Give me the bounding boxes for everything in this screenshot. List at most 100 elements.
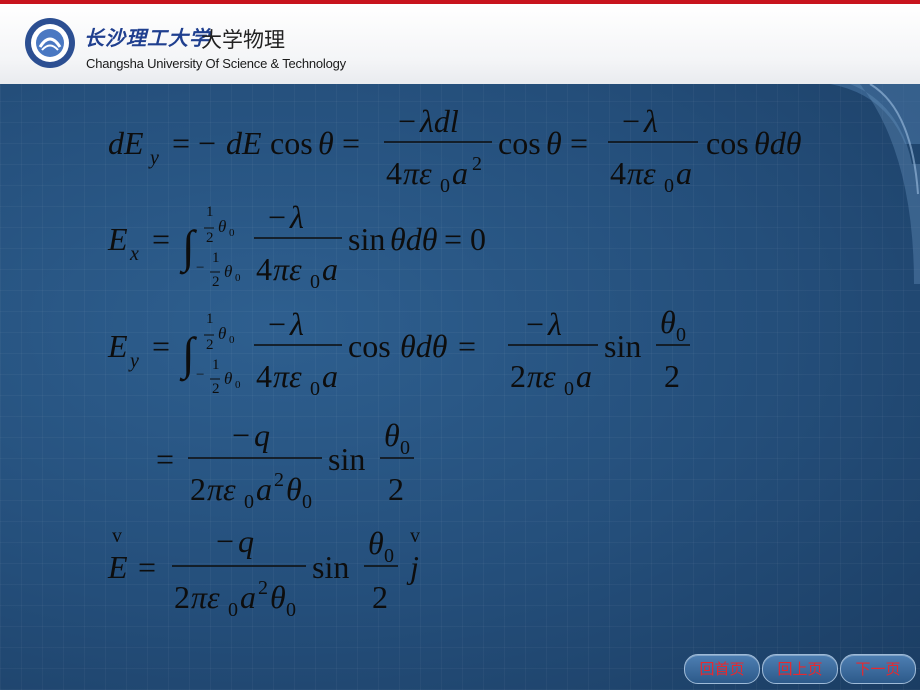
svg-text:λ: λ (289, 306, 304, 342)
svg-text:0: 0 (440, 175, 450, 197)
svg-text:2: 2 (190, 471, 206, 507)
svg-text:0: 0 (384, 545, 394, 567)
slide-header: 长沙理工大学 大学物理 Changsha University Of Scien… (0, 4, 920, 84)
svg-text:−: − (232, 417, 250, 453)
equation-E-vector-formula: v E = − q 2 πε 0 a 2 θ 0 sin θ 0 2 v j (107, 523, 420, 621)
svg-text:0: 0 (400, 437, 410, 459)
svg-text:a: a (322, 251, 338, 287)
svg-text:v: v (410, 525, 420, 547)
svg-text:4: 4 (386, 155, 402, 191)
svg-text:2: 2 (372, 579, 388, 615)
svg-text:q: q (238, 523, 254, 559)
svg-text:θ: θ (546, 125, 562, 161)
svg-text:0: 0 (235, 272, 241, 284)
svg-text:1: 1 (212, 250, 220, 266)
slide-content: dE y = − dE cos θ = − λdl 4 πε 0 a 2 cos… (0, 84, 920, 690)
svg-text:1: 1 (206, 311, 214, 327)
home-button[interactable]: 回首页 (684, 654, 760, 684)
equation-Ex-formula: E x = ∫ 1 2 θ 0 − 1 2 θ 0 − λ 4 πε 0 a s… (107, 199, 486, 293)
svg-text:−: − (398, 103, 416, 139)
svg-text:a: a (240, 579, 256, 615)
equation-Ey: E y = ∫ 1 2 θ 0 − 1 2 θ 0 − λ 4 πε 0 a c… (107, 304, 708, 417)
svg-text:4: 4 (256, 251, 272, 287)
svg-text:E: E (107, 549, 128, 585)
svg-text:=: = (570, 125, 588, 161)
svg-text:1: 1 (212, 357, 220, 373)
svg-text:−: − (526, 306, 544, 342)
svg-text:2: 2 (258, 577, 268, 599)
svg-text:dE: dE (108, 125, 144, 161)
svg-text:0: 0 (244, 491, 254, 513)
university-logo (25, 18, 75, 68)
svg-text:sin: sin (328, 441, 365, 477)
svg-text:x: x (129, 243, 139, 265)
svg-text:0: 0 (310, 378, 320, 400)
svg-text:a: a (322, 358, 338, 394)
svg-text:0: 0 (229, 334, 235, 346)
svg-text:πε: πε (207, 471, 236, 507)
svg-text:cos: cos (270, 125, 313, 161)
svg-text:= 0: = 0 (444, 221, 486, 257)
svg-text:0: 0 (228, 599, 238, 621)
svg-text:2: 2 (174, 579, 190, 615)
svg-text:4: 4 (256, 358, 272, 394)
svg-text:y: y (148, 147, 159, 169)
svg-text:2: 2 (212, 274, 220, 290)
university-name-en: Changsha University Of Science & Technol… (86, 56, 346, 71)
svg-text:dE: dE (226, 125, 262, 161)
svg-text:θdθ: θdθ (400, 328, 447, 364)
svg-text:=: = (342, 125, 360, 161)
svg-text:−: − (268, 306, 286, 342)
svg-text:y: y (128, 350, 139, 372)
equation-Ey-result: = − q 2 πε 0 a 2 θ 0 sin θ 0 2 (150, 417, 450, 530)
svg-text:0: 0 (310, 271, 320, 293)
equation-dEy: dE y = − dE cos θ = − λdl 4 πε 0 a 2 cos… (108, 103, 848, 210)
svg-text:πε: πε (191, 579, 220, 615)
svg-text:0: 0 (664, 175, 674, 197)
svg-text:a: a (576, 358, 592, 394)
svg-text:−: − (196, 367, 204, 383)
equation-Ey-formula: E y = ∫ 1 2 θ 0 − 1 2 θ 0 − λ 4 πε 0 a c… (107, 304, 690, 400)
svg-text:2: 2 (472, 153, 482, 175)
svg-text:=: = (156, 441, 174, 477)
svg-text:0: 0 (286, 599, 296, 621)
svg-text:πε: πε (403, 155, 432, 191)
svg-text:−: − (216, 523, 234, 559)
svg-text:−: − (268, 199, 286, 235)
svg-text:E: E (107, 328, 128, 364)
svg-text:θ: θ (224, 369, 232, 388)
svg-text:cos: cos (348, 328, 391, 364)
svg-text:λ: λ (289, 199, 304, 235)
svg-text:cos: cos (706, 125, 749, 161)
svg-text:j: j (406, 549, 419, 585)
svg-text:q: q (254, 417, 270, 453)
equation-Ey-result-formula: = − q 2 πε 0 a 2 θ 0 sin θ 0 2 (156, 417, 414, 513)
svg-text:= −: = − (172, 125, 216, 161)
svg-text:sin: sin (348, 221, 385, 257)
svg-text:λ: λ (547, 306, 562, 342)
svg-text:−: − (622, 103, 640, 139)
svg-text:−: − (196, 260, 204, 276)
equation-Ex: E x = ∫ 1 2 θ 0 − 1 2 θ 0 − λ 4 πε 0 a s… (107, 199, 548, 310)
svg-text:0: 0 (302, 491, 312, 513)
svg-text:θ: θ (218, 324, 226, 343)
svg-text:sin: sin (312, 549, 349, 585)
svg-text:0: 0 (235, 379, 241, 391)
course-title: 大学物理 (201, 28, 285, 52)
svg-text:θ: θ (270, 579, 286, 615)
svg-text:0: 0 (564, 378, 574, 400)
svg-text:2: 2 (206, 230, 214, 246)
svg-text:2: 2 (274, 469, 284, 491)
svg-text:2: 2 (388, 471, 404, 507)
next-page-button[interactable]: 下一页 (840, 654, 916, 684)
previous-page-button[interactable]: 回上页 (762, 654, 838, 684)
svg-text:2: 2 (664, 358, 680, 394)
svg-text:θ: θ (318, 125, 334, 161)
svg-text:4: 4 (610, 155, 626, 191)
svg-text:a: a (256, 471, 272, 507)
svg-text:∫: ∫ (179, 328, 197, 382)
svg-text:θdθ: θdθ (754, 125, 801, 161)
svg-text:0: 0 (229, 227, 235, 239)
svg-text:cos: cos (498, 125, 541, 161)
svg-text:2: 2 (206, 337, 214, 353)
